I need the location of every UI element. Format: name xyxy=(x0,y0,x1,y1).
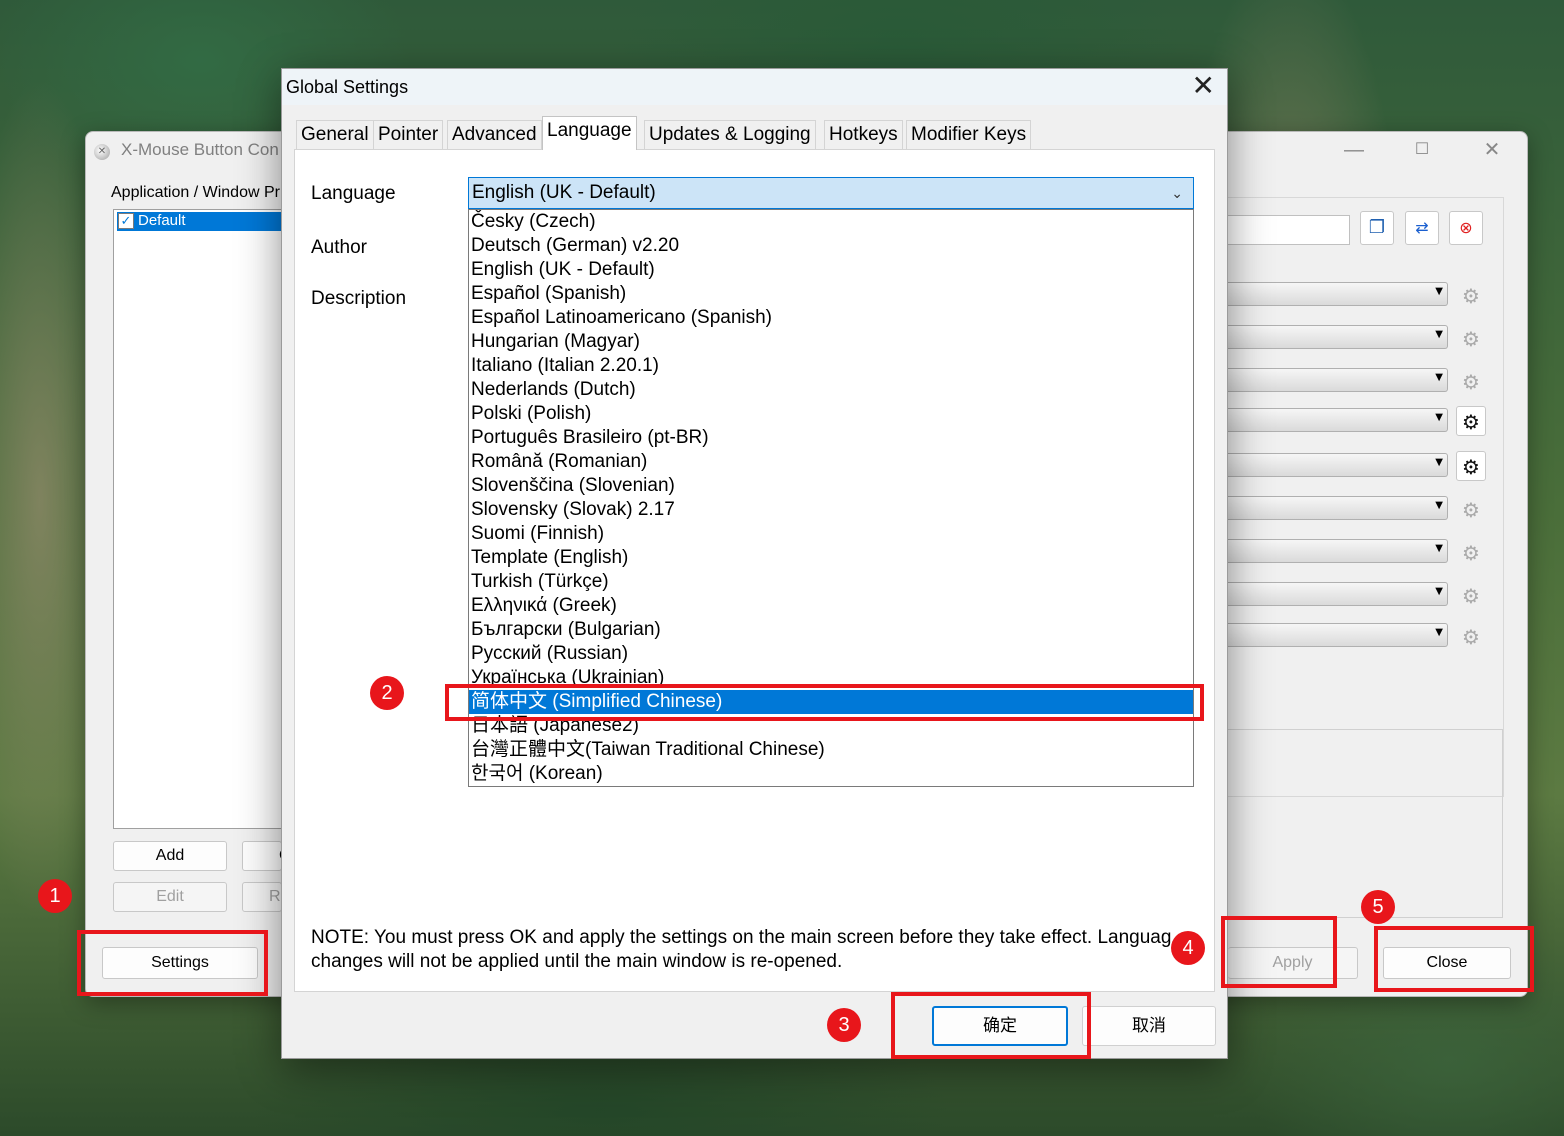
tab-language[interactable]: Language xyxy=(542,116,637,150)
note-text: NOTE: You must press OK and apply the se… xyxy=(311,926,1191,974)
language-option[interactable]: 日本語 (Japanese2) xyxy=(469,714,1193,738)
gear-icon: ⚙ xyxy=(1462,370,1480,394)
button-action-combo[interactable]: ▼ xyxy=(1228,368,1448,392)
button-action-combo[interactable]: ▼ xyxy=(1228,408,1448,432)
profile-name-input[interactable] xyxy=(1228,215,1350,245)
cancel-button[interactable]: 取消 xyxy=(1082,1006,1216,1046)
button-action-combo[interactable]: ▼ xyxy=(1228,496,1448,520)
note-line-1: NOTE: You must press OK and apply the se… xyxy=(311,927,1172,948)
tab-advanced[interactable]: Advanced xyxy=(447,120,542,150)
button-action-combo[interactable]: ▼ xyxy=(1228,325,1448,349)
gear-icon: ⚙ xyxy=(1462,584,1480,608)
language-option[interactable]: 한국어 (Korean) xyxy=(469,762,1193,786)
gear-icon[interactable]: ⚙ xyxy=(1456,406,1486,436)
dialog-title: Global Settings xyxy=(286,77,409,97)
main-window-title: X-Mouse Button Con xyxy=(121,140,279,159)
language-option[interactable]: Български (Bulgarian) xyxy=(469,618,1193,642)
language-option[interactable]: Português Brasileiro (pt-BR) xyxy=(469,426,1193,450)
button-action-combo[interactable]: ▼ xyxy=(1228,282,1448,306)
language-label: Language xyxy=(311,183,396,204)
language-option[interactable]: 台灣正體中文(Taiwan Traditional Chinese) xyxy=(469,738,1193,762)
info-box xyxy=(1228,729,1503,918)
button-action-combo[interactable]: ▼ xyxy=(1228,582,1448,606)
checkbox-icon[interactable]: ✓ xyxy=(118,213,134,229)
dialog-title-bar: Global Settings ✕ xyxy=(282,69,1227,105)
language-option[interactable]: 简体中文 (Simplified Chinese) xyxy=(469,690,1193,714)
button-action-combo[interactable]: ▼ xyxy=(1228,623,1448,647)
language-option[interactable]: Slovensky (Slovak) 2.17 xyxy=(469,498,1193,522)
language-option[interactable]: Español (Spanish) xyxy=(469,282,1193,306)
gear-icon: ⚙ xyxy=(1462,327,1480,351)
gear-icon: ⚙ xyxy=(1462,541,1480,565)
language-option[interactable]: Slovenščina (Slovenian) xyxy=(469,474,1193,498)
apply-button[interactable]: Apply xyxy=(1228,947,1358,979)
language-option[interactable]: Hungarian (Magyar) xyxy=(469,330,1193,354)
close-icon[interactable]: ✕ xyxy=(1472,136,1512,164)
step-badge-3: 3 xyxy=(827,1008,861,1042)
settings-button[interactable]: Settings xyxy=(102,947,258,979)
language-option[interactable]: Italiano (Italian 2.20.1) xyxy=(469,354,1193,378)
tab-updates-logging[interactable]: Updates & Logging xyxy=(644,120,816,150)
add-button[interactable]: Add xyxy=(113,841,227,871)
language-option[interactable]: Română (Romanian) xyxy=(469,450,1193,474)
button-action-combo[interactable]: ▼ xyxy=(1228,453,1448,477)
step-badge-4: 4 xyxy=(1171,931,1205,965)
step-badge-5: 5 xyxy=(1361,890,1395,924)
close-icon[interactable]: ✕ xyxy=(1192,71,1215,101)
language-option[interactable]: Česky (Czech) xyxy=(469,210,1193,234)
apps-list[interactable]: ✓ Default xyxy=(113,209,293,829)
button-action-combo[interactable]: ▼ xyxy=(1228,539,1448,563)
maximize-icon[interactable]: ☐ xyxy=(1402,136,1442,164)
step-badge-2: 2 xyxy=(370,676,404,710)
description-label: Description xyxy=(311,288,407,309)
ok-button[interactable]: 确定 xyxy=(932,1006,1068,1046)
language-option[interactable]: Español Latinoamericano (Spanish) xyxy=(469,306,1193,330)
app-icon: ✕ xyxy=(94,144,110,160)
gear-icon: ⚙ xyxy=(1462,284,1480,308)
language-option[interactable]: Polski (Polish) xyxy=(469,402,1193,426)
language-option[interactable]: English (UK - Default) xyxy=(469,258,1193,282)
minimize-icon[interactable]: — xyxy=(1334,136,1374,164)
language-option[interactable]: Ελληνικά (Greek) xyxy=(469,594,1193,618)
tab-hotkeys[interactable]: Hotkeys xyxy=(824,120,903,150)
language-option[interactable]: Deutsch (German) v2.20 xyxy=(469,234,1193,258)
gear-icon: ⚙ xyxy=(1462,498,1480,522)
copy-button[interactable]: C xyxy=(242,841,291,871)
apps-list-label: Application / Window Pr xyxy=(111,184,280,201)
gear-icon[interactable]: ⚙ xyxy=(1456,451,1486,481)
global-settings-dialog: Global Settings ✕ General Pointer Advanc… xyxy=(281,68,1228,1059)
language-select[interactable]: English (UK - Default) ⌄ xyxy=(468,177,1194,209)
author-label: Author xyxy=(311,237,367,258)
chevron-down-icon[interactable]: ⌄ xyxy=(1171,178,1183,208)
list-item-label: Default xyxy=(138,212,186,229)
remove-button[interactable]: R xyxy=(242,882,282,912)
tab-general[interactable]: General xyxy=(296,120,374,150)
edit-button[interactable]: Edit xyxy=(113,882,227,912)
language-option[interactable]: Turkish (Türkçe) xyxy=(469,570,1193,594)
swap-icon[interactable]: ⇄ xyxy=(1405,211,1439,245)
language-option[interactable]: Русский (Russian) xyxy=(469,642,1193,666)
step-badge-1: 1 xyxy=(38,879,72,913)
close-button[interactable]: Close xyxy=(1383,947,1511,979)
language-select-value: English (UK - Default) xyxy=(472,182,656,203)
gear-icon: ⚙ xyxy=(1462,625,1480,649)
tab-pointer[interactable]: Pointer xyxy=(373,120,444,150)
remove-icon[interactable]: ⊗ xyxy=(1449,211,1483,245)
language-option[interactable]: Suomi (Finnish) xyxy=(469,522,1193,546)
language-option[interactable]: Українська (Ukrainian) xyxy=(469,666,1193,690)
language-option[interactable]: Template (English) xyxy=(469,546,1193,570)
note-line-2: changes will not be applied until the ma… xyxy=(311,951,843,972)
copy-icon[interactable]: ❐ xyxy=(1360,211,1394,245)
language-option[interactable]: Nederlands (Dutch) xyxy=(469,378,1193,402)
language-dropdown-list[interactable]: Česky (Czech) Deutsch (German) v2.20 Engli… xyxy=(468,209,1194,787)
list-item[interactable]: ✓ Default xyxy=(117,212,289,231)
tab-modifier-keys[interactable]: Modifier Keys xyxy=(906,120,1032,150)
